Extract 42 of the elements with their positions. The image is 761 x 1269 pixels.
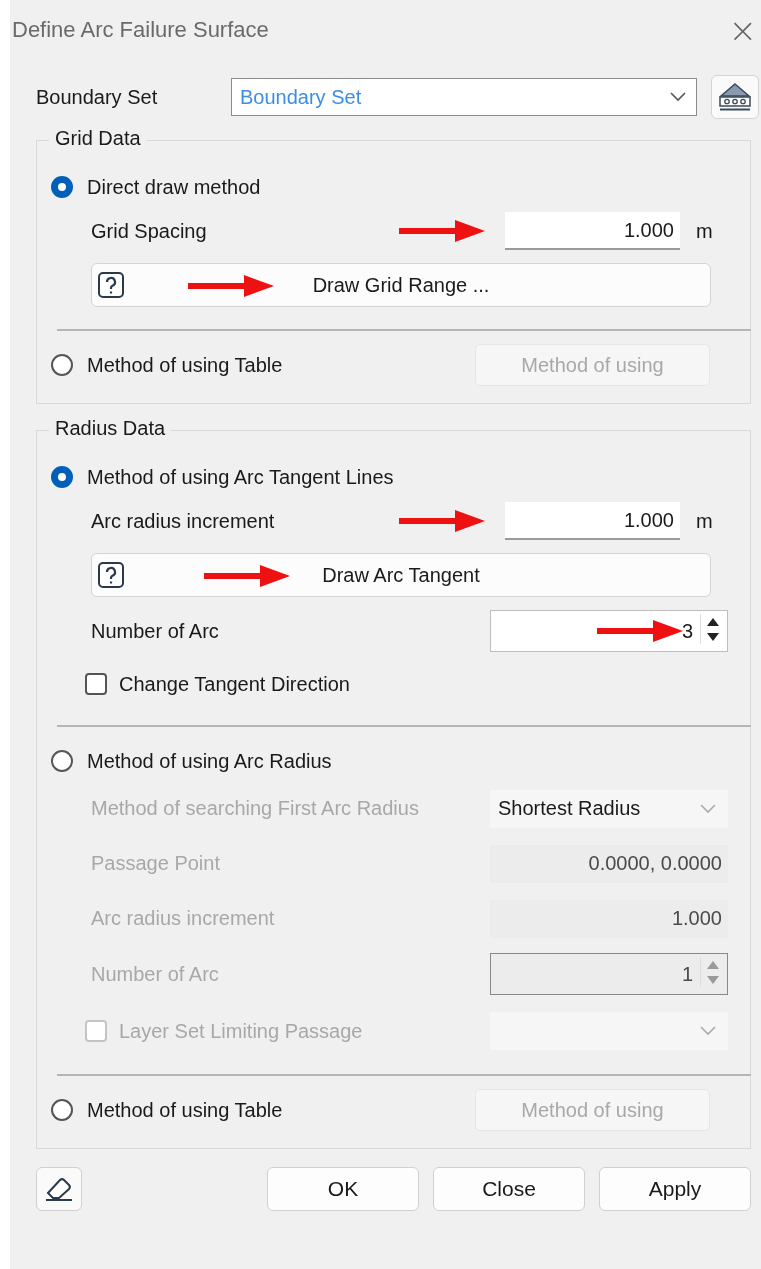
number-field[interactable]: 1.000 <box>505 502 680 540</box>
field-label: Passage Point <box>91 852 220 875</box>
draw-button[interactable]: Draw Grid Range ... <box>91 263 711 307</box>
eraser-button[interactable] <box>36 1167 82 1211</box>
checkbox-label: Layer Set Limiting Passage <box>119 1019 363 1043</box>
eraser-icon <box>44 1176 74 1202</box>
chevron-down-icon <box>700 803 716 814</box>
unit-label: m <box>695 219 714 243</box>
unit-label: m <box>695 509 714 533</box>
radio-label: Method of using Table <box>87 1098 283 1122</box>
field-label: Arc radius increment <box>91 509 275 533</box>
checkbox-label: Change Tangent Direction <box>119 672 350 696</box>
radio-button[interactable] <box>51 466 73 488</box>
window-title: Define Arc Failure Surface <box>12 17 269 43</box>
dialog-button[interactable]: Close <box>433 1167 585 1211</box>
dialog-button[interactable]: Apply <box>599 1167 751 1211</box>
radio-button[interactable] <box>51 1099 73 1121</box>
field-label: Number of Arc <box>91 962 219 986</box>
chevron-down-icon <box>700 1026 716 1036</box>
close-button[interactable]: × <box>724 13 761 47</box>
radio-label: Method of using Table <box>87 353 283 377</box>
radio-button[interactable] <box>51 750 73 772</box>
checkbox[interactable] <box>85 673 107 695</box>
house-icon <box>718 82 752 112</box>
dialog-button[interactable]: OK <box>267 1167 419 1211</box>
draw-button[interactable]: Draw Arc Tangent <box>91 553 711 597</box>
radio-label: Method of using Arc Tangent Lines <box>87 465 394 489</box>
number-field[interactable]: 1.000 <box>505 212 680 250</box>
help-icon <box>98 562 124 588</box>
spinner-field[interactable]: 3 <box>490 610 728 652</box>
help-icon <box>98 272 124 298</box>
field-label: Grid Spacing <box>91 219 207 243</box>
field-label: Number of Arc <box>91 619 219 643</box>
field-label: Method of searching First Arc Radius <box>91 797 419 820</box>
radio-label: Direct draw method <box>87 175 261 199</box>
field-label: Boundary Set <box>36 85 158 109</box>
chevron-down-icon <box>670 92 686 102</box>
field-label: Arc radius increment <box>91 907 275 930</box>
boundary-button[interactable] <box>711 75 759 119</box>
radio-button[interactable] <box>51 354 73 376</box>
radio-button[interactable] <box>51 176 73 198</box>
radio-label: Method of using Arc Radius <box>87 749 332 773</box>
